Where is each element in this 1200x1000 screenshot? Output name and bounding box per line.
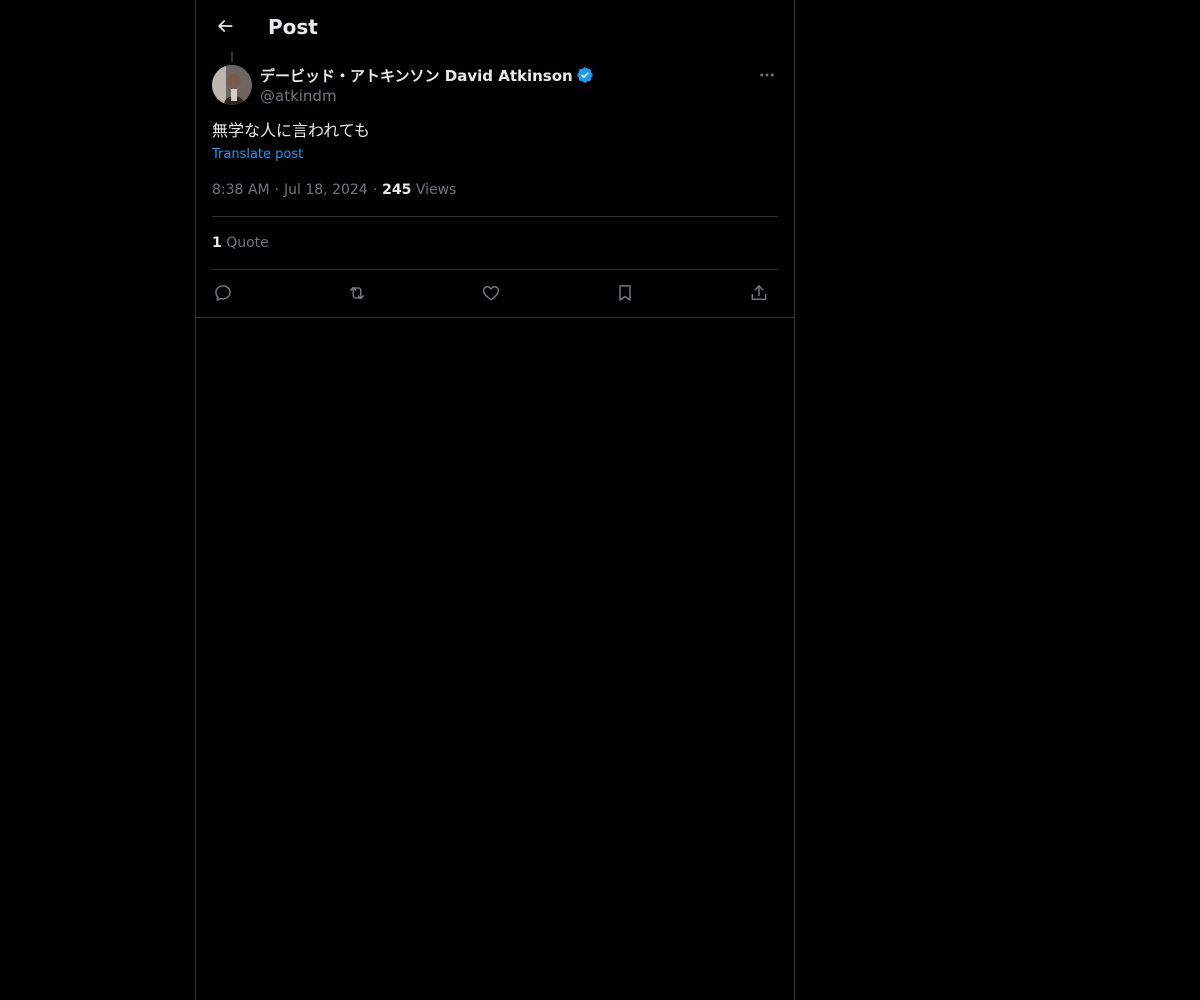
- bookmark-icon: [619, 285, 631, 301]
- views-label: Views: [415, 182, 457, 198]
- avatar-image: [212, 65, 252, 105]
- more-dots-icon: [760, 73, 774, 77]
- page-title: Post: [268, 15, 318, 39]
- repost-icon: [350, 286, 364, 300]
- share-icon: [751, 285, 767, 300]
- post-bottom-border: [196, 317, 794, 318]
- repost-button[interactable]: [344, 280, 370, 306]
- meta-separator: ·: [372, 182, 378, 198]
- author-block: デービッド・アトキンソン David Atkinson @atkindm: [260, 64, 594, 106]
- post-meta: 8:38 AM · Jul 18, 2024 · 245 Views: [212, 181, 456, 199]
- post-text: 無学な人に言われても: [212, 121, 370, 140]
- bookmark-button[interactable]: [612, 280, 638, 306]
- post-date[interactable]: Jul 18, 2024: [284, 182, 368, 198]
- top-bar: Post: [196, 0, 794, 53]
- quotes-label: Quote: [226, 235, 269, 251]
- reply-button[interactable]: [210, 280, 236, 306]
- divider: [212, 269, 778, 270]
- divider: [212, 216, 778, 217]
- action-bar: [212, 280, 778, 306]
- quotes-count: 1: [212, 235, 222, 251]
- back-button[interactable]: [208, 9, 242, 43]
- reply-icon: [215, 285, 231, 301]
- name-row: デービッド・アトキンソン David Atkinson: [260, 64, 594, 86]
- verified-badge-icon[interactable]: [576, 66, 594, 84]
- like-button[interactable]: [478, 280, 504, 306]
- author-handle[interactable]: @atkindm: [260, 86, 594, 106]
- meta-separator: ·: [274, 182, 279, 198]
- main-column: Post デービッド・アトキンソン David Atkinson @atkind…: [195, 0, 795, 1000]
- quotes-stat[interactable]: 1 Quote: [212, 234, 269, 252]
- author-display-name[interactable]: デービッド・アトキンソン David Atkinson: [260, 65, 573, 86]
- thread-line: [231, 52, 233, 62]
- post-time[interactable]: 8:38 AM: [212, 182, 270, 198]
- translate-post-link[interactable]: Translate post: [212, 146, 303, 164]
- views-count: 245: [382, 182, 412, 198]
- share-button[interactable]: [746, 280, 772, 306]
- heart-icon: [482, 286, 500, 301]
- arrow-left-icon: [218, 20, 233, 32]
- avatar[interactable]: [212, 65, 252, 105]
- more-options-button[interactable]: [756, 64, 778, 86]
